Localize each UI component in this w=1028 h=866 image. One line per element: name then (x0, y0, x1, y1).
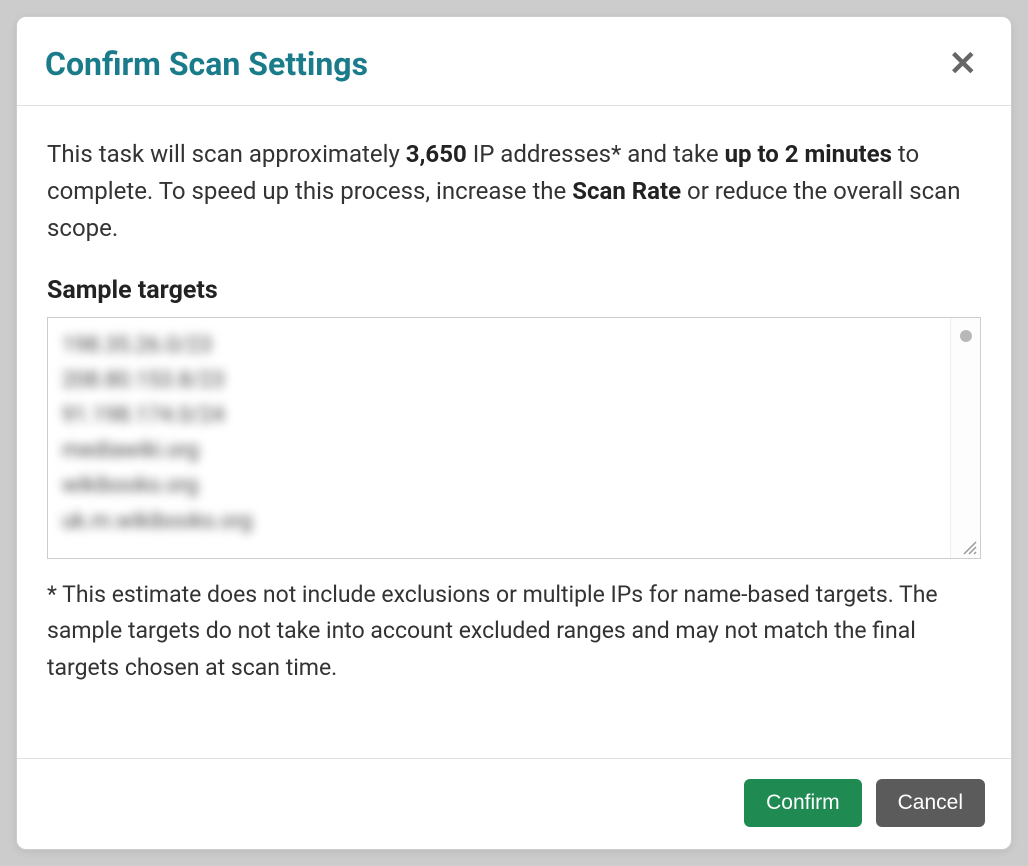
sample-target-row: mediawiki.org (62, 433, 936, 468)
sample-target-row: uk.m.wikibooks.org (62, 504, 936, 539)
cancel-button[interactable]: Cancel (876, 779, 985, 827)
sample-target-row: 91.198.174.0/24 (62, 398, 936, 433)
confirm-button[interactable]: Confirm (744, 779, 862, 827)
modal-footer: Confirm Cancel (17, 758, 1011, 849)
close-button[interactable]: ✕ (943, 47, 984, 81)
estimate-footnote: * This estimate does not include exclusi… (47, 577, 981, 687)
ip-count: 3,650 (406, 140, 467, 168)
sample-target-row: 198.35.26.0/23 (62, 328, 936, 363)
confirm-scan-settings-modal: Confirm Scan Settings ✕ This task will s… (16, 16, 1012, 850)
modal-body: This task will scan approximately 3,650 … (17, 106, 1011, 758)
scan-description: This task will scan approximately 3,650 … (47, 136, 981, 248)
sample-target-row: 208.80.153.8/23 (62, 363, 936, 398)
resize-handle-icon (960, 538, 978, 556)
modal-header: Confirm Scan Settings ✕ (17, 17, 1011, 106)
sample-target-row: wikibooks.org (62, 468, 936, 503)
modal-title: Confirm Scan Settings (45, 45, 368, 83)
sample-targets-heading: Sample targets (47, 276, 981, 305)
desc-mid1: IP addresses* and take (467, 140, 725, 168)
sample-targets-content: 198.35.26.0/23 208.80.153.8/23 91.198.17… (48, 318, 950, 558)
close-icon: ✕ (949, 45, 978, 83)
scrollbar-track[interactable] (950, 318, 980, 558)
scrollbar-thumb[interactable] (960, 330, 972, 342)
scan-duration: up to 2 minutes (725, 140, 892, 168)
sample-targets-box[interactable]: 198.35.26.0/23 208.80.153.8/23 91.198.17… (47, 317, 981, 559)
desc-pre: This task will scan approximately (47, 140, 406, 168)
scan-rate-label: Scan Rate (572, 177, 681, 205)
